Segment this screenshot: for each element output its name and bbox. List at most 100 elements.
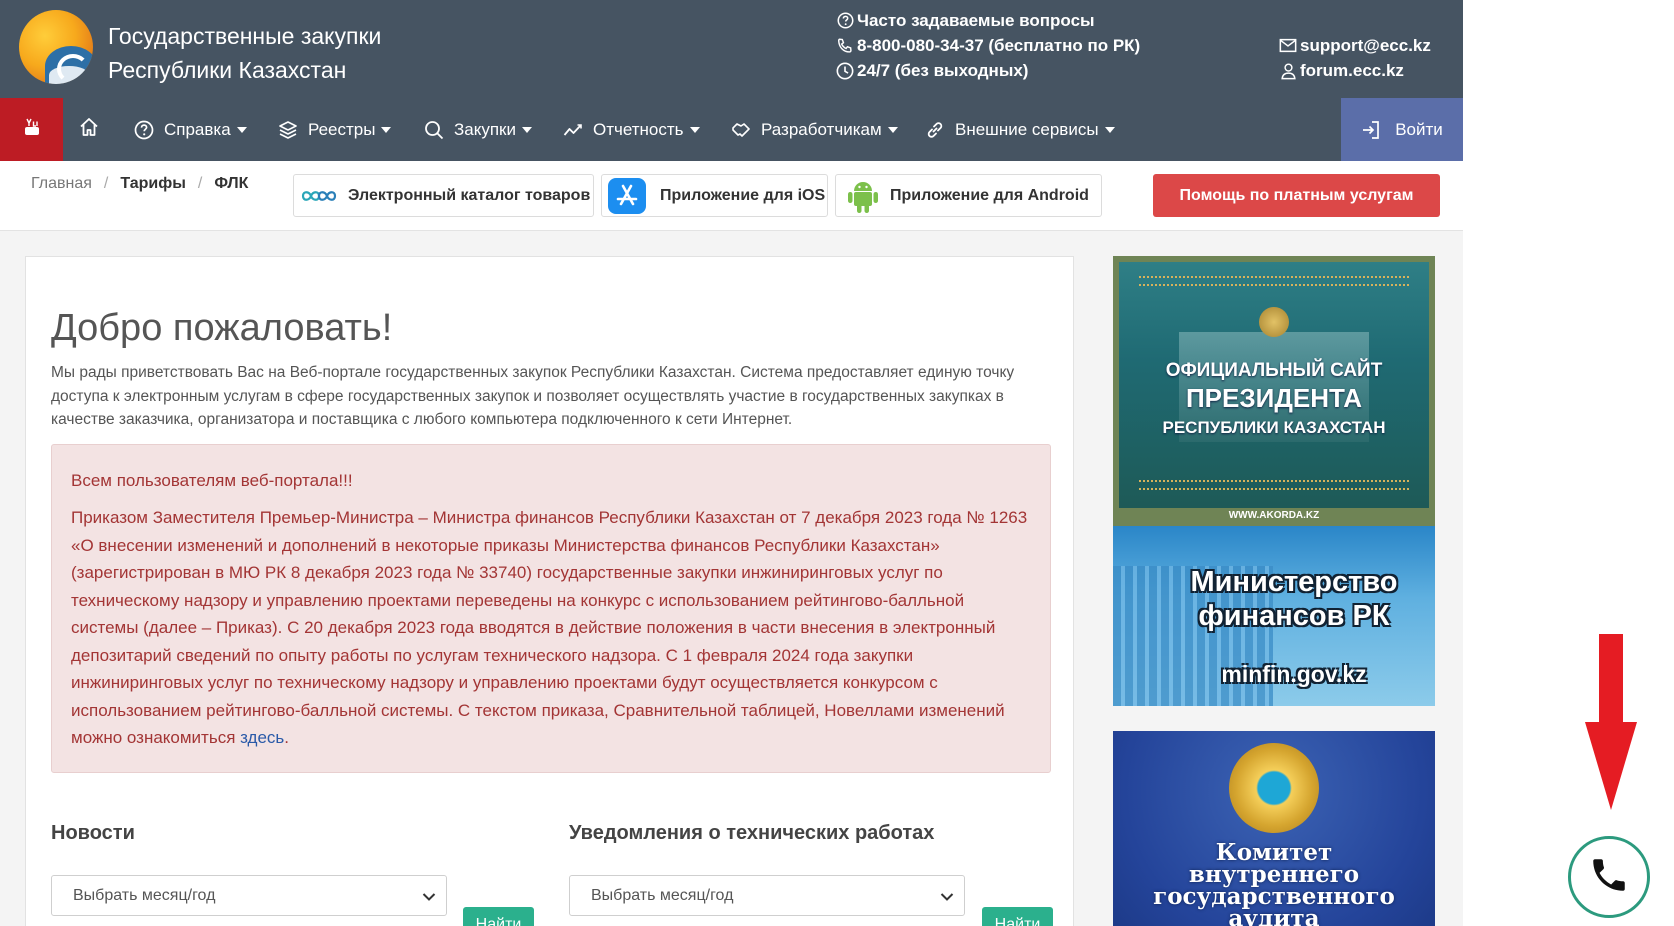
alert-text: Приказом Заместителя Премьер-Министра – … xyxy=(71,504,1031,752)
paid-services-help-button[interactable]: Помощь по платным услугам xyxy=(1153,174,1440,217)
forum-link[interactable]: forum.ecc.kz xyxy=(1278,58,1431,83)
breadcrumb-separator: / xyxy=(197,175,203,192)
breadcrumb-tariffs[interactable]: Тарифы xyxy=(120,175,186,193)
page: Государственные закупки Республики Казах… xyxy=(0,0,1674,926)
catalog-icon xyxy=(300,185,338,207)
chevron-down-icon xyxy=(522,126,532,133)
chevron-down-icon xyxy=(236,126,247,133)
chevron-down-icon xyxy=(689,126,700,133)
emblem-icon xyxy=(1259,307,1289,337)
site-header: Государственные закупки Республики Казах… xyxy=(0,0,1463,98)
breadcrumb-separator: / xyxy=(103,175,109,192)
user-icon xyxy=(1278,62,1298,80)
header-contacts-right: support@ecc.kz forum.ecc.kz xyxy=(1278,33,1431,83)
home-link[interactable] xyxy=(78,98,100,161)
phone-contact[interactable]: 8-800-080-34-37 (бесплатно по РК) xyxy=(835,33,1140,58)
nav-purchases[interactable]: Закупки xyxy=(424,98,532,161)
phone-icon xyxy=(835,37,855,55)
banner3-line4: аудита xyxy=(1228,905,1320,926)
nav-help-label: Справка xyxy=(164,119,231,139)
red-arrow-shaft xyxy=(1599,634,1623,726)
welcome-card: Добро пожаловать! Мы рады приветствовать… xyxy=(25,256,1074,926)
nav-purchases-label: Закупки xyxy=(454,119,516,139)
nav-registries[interactable]: Реестры xyxy=(278,98,392,161)
news-month-select[interactable]: Выбрать месяц/год xyxy=(51,875,447,916)
clock-icon xyxy=(835,62,855,80)
state-emblem-icon xyxy=(1229,743,1319,833)
youtube-icon xyxy=(24,118,40,141)
news-month-select-value: Выбрать месяц/год xyxy=(73,886,216,904)
callback-phone-button[interactable] xyxy=(1568,836,1650,918)
android-app-link[interactable]: Приложение для Android xyxy=(835,174,1102,217)
hours-text: 24/7 (без выходных) xyxy=(857,61,1029,80)
tech-month-select[interactable]: Выбрать месяц/год xyxy=(569,875,965,916)
envelope-icon xyxy=(1278,38,1298,53)
news-find-button[interactable]: Найти xyxy=(463,907,534,926)
audit-committee-banner[interactable]: Комитет внутреннего государственного ауд… xyxy=(1113,731,1435,926)
announcement-alert: Всем пользователям веб-портала!!! Приказ… xyxy=(51,444,1051,773)
minfin-banner[interactable]: Министерство финансов РК minfin.gov.kz xyxy=(1113,526,1435,706)
home-icon xyxy=(78,116,100,143)
site-logo[interactable] xyxy=(19,10,93,84)
search-icon xyxy=(425,120,444,139)
president-site-banner[interactable]: ОФИЦИАЛЬНЫЙ САЙТ ПРЕЗИДЕНТА РЕСПУБЛИКИ К… xyxy=(1113,256,1435,526)
nav-developers-label: Разработчикам xyxy=(761,119,882,139)
site: Государственные закупки Республики Казах… xyxy=(0,0,1463,926)
alert-link-here[interactable]: здесь xyxy=(240,728,284,747)
nav-registries-label: Реестры xyxy=(308,119,376,139)
header-contacts: Часто задаваемые вопросы 8-800-080-34-37… xyxy=(835,8,1140,83)
breadcrumb-flk[interactable]: ФЛК xyxy=(214,175,248,193)
faq-link[interactable]: Часто задаваемые вопросы xyxy=(835,8,1140,33)
ios-app-link[interactable]: Приложение для iOS xyxy=(601,174,828,217)
link-icon xyxy=(927,121,943,138)
breadcrumb: Главная / Тарифы / ФЛК xyxy=(31,175,248,193)
chevron-down-icon xyxy=(422,889,436,907)
login-button[interactable]: Войти xyxy=(1341,98,1463,161)
breadcrumb-home[interactable]: Главная xyxy=(31,175,92,193)
banner2-line1: Министерство xyxy=(1190,566,1398,598)
catalog-link[interactable]: Электронный каталог товаров xyxy=(293,174,594,217)
nav-reports-label: Отчетность xyxy=(593,119,684,139)
app-store-icon xyxy=(608,177,646,214)
chevron-down-icon xyxy=(887,126,898,133)
tech-find-button[interactable]: Найти xyxy=(982,907,1053,926)
tech-month-select-value: Выбрать месяц/год xyxy=(591,886,734,904)
chevron-down-icon xyxy=(1104,126,1115,133)
page-title: Добро пожаловать! xyxy=(51,307,393,349)
nav-developers[interactable]: Разработчикам xyxy=(731,98,898,161)
banner2-line2: финансов РК xyxy=(1198,600,1390,632)
banner1-url: WWW.AKORDA.KZ xyxy=(1228,510,1320,521)
site-title-line2: Республики Казахстан xyxy=(108,57,347,83)
android-icon xyxy=(848,178,878,214)
subheader-bar: Главная / Тарифы / ФЛК Электронный катал… xyxy=(0,161,1463,231)
question-circle-icon xyxy=(134,120,154,139)
faq-text: Часто задаваемые вопросы xyxy=(857,11,1095,30)
email-text: support@ecc.kz xyxy=(1300,36,1431,55)
ornament xyxy=(1139,480,1409,490)
banner2-url: minfin.gov.kz xyxy=(1221,661,1367,687)
handshake-icon xyxy=(732,122,750,137)
layers-icon xyxy=(279,120,297,139)
banner1-line3: РЕСПУБЛИКИ КАЗАХСТАН xyxy=(1162,418,1386,437)
chart-line-icon xyxy=(563,123,582,136)
catalog-label: Электронный каталог товаров xyxy=(348,186,591,204)
nav-external[interactable]: Внешние сервисы xyxy=(925,98,1115,161)
banner1-line2: ПРЕЗИДЕНТА xyxy=(1185,383,1362,413)
alert-end: . xyxy=(284,728,290,747)
chevron-down-icon xyxy=(381,126,392,133)
youtube-link[interactable] xyxy=(0,98,63,161)
site-title[interactable]: Государственные закупки Республики Казах… xyxy=(108,19,381,87)
forum-text: forum.ecc.kz xyxy=(1300,61,1404,80)
intro-text: Мы рады приветствовать Вас на Веб-портал… xyxy=(51,364,1015,428)
red-arrow-head xyxy=(1585,722,1637,810)
nav-help[interactable]: Справка xyxy=(134,98,247,161)
nav-reports[interactable]: Отчетность xyxy=(563,98,700,161)
alert-body: Приказом Заместителя Премьер-Министра – … xyxy=(71,508,1028,747)
nav-external-label: Внешние сервисы xyxy=(955,119,1099,139)
banner1-line1: ОФИЦИАЛЬНЫЙ САЙТ xyxy=(1165,360,1383,381)
main-navbar: Справка Реестры Закупки Отчетность Разра… xyxy=(0,98,1463,161)
email-link[interactable]: support@ecc.kz xyxy=(1278,33,1431,58)
android-app-label: Приложение для Android xyxy=(890,186,1089,204)
question-circle-icon xyxy=(835,12,855,29)
chevron-down-icon xyxy=(940,889,954,907)
